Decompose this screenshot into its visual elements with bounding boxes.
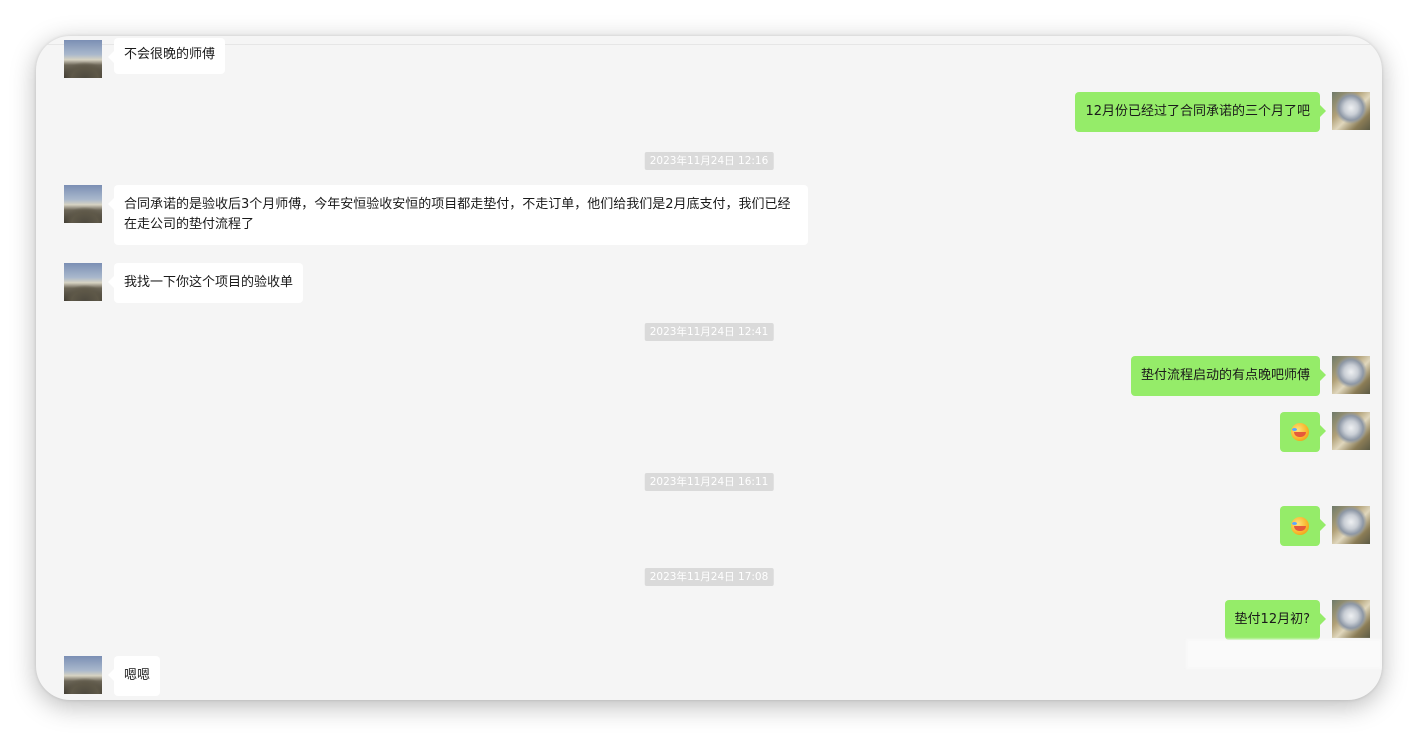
- contact-avatar[interactable]: [64, 185, 102, 223]
- chat-window: 不会很晚的师傅 12月份已经过了合同承诺的三个月了吧 2023年11月24日 1…: [36, 36, 1382, 700]
- message-bubble-incoming[interactable]: 我找一下你这个项目的验收单: [107, 263, 304, 303]
- message-bubble-incoming[interactable]: 不会很晚的师傅: [107, 38, 226, 74]
- timestamp: 2023年11月24日 12:41: [644, 323, 774, 341]
- laugh-cry-emoji: [1291, 422, 1309, 441]
- contact-avatar[interactable]: [64, 656, 102, 694]
- message-bubble-outgoing[interactable]: 垫付12月初?: [1224, 600, 1327, 640]
- my-avatar[interactable]: [1332, 356, 1370, 394]
- contact-avatar[interactable]: [64, 263, 102, 301]
- my-avatar[interactable]: [1332, 600, 1370, 638]
- message-bubble-outgoing[interactable]: [1280, 506, 1326, 546]
- message-bubble-outgoing[interactable]: [1280, 412, 1326, 452]
- timestamp: 2023年11月24日 17:08: [644, 568, 774, 586]
- contact-avatar[interactable]: [64, 40, 102, 78]
- message-bubble-outgoing[interactable]: 12月份已经过了合同承诺的三个月了吧: [1075, 92, 1326, 132]
- timestamp: 2023年11月24日 12:16: [644, 152, 774, 170]
- my-avatar[interactable]: [1332, 506, 1370, 544]
- message-bubble-outgoing[interactable]: 垫付流程启动的有点晚吧师傅: [1130, 356, 1327, 396]
- my-avatar[interactable]: [1332, 412, 1370, 450]
- message-bubble-incoming[interactable]: 合同承诺的是验收后3个月师傅，今年安恒验收安恒的项目都走垫付，不走订单，他们给我…: [108, 185, 808, 245]
- laugh-cry-emoji: [1291, 516, 1309, 535]
- timestamp: 2023年11月24日 16:11: [644, 473, 774, 491]
- divider: [36, 44, 1382, 45]
- redaction-blur: [1186, 639, 1382, 669]
- my-avatar[interactable]: [1332, 92, 1370, 130]
- message-bubble-incoming[interactable]: 嗯嗯: [107, 656, 161, 696]
